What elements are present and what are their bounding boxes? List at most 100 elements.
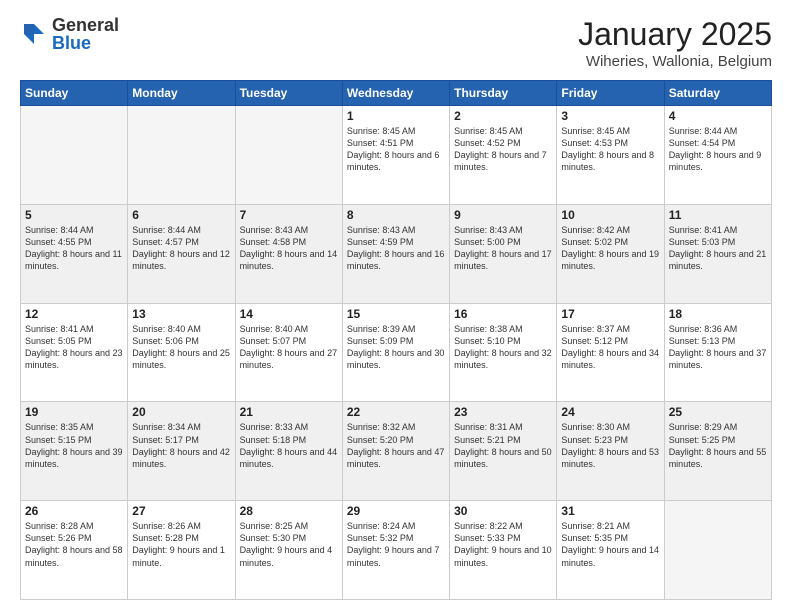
table-cell: 2Sunrise: 8:45 AM Sunset: 4:52 PM Daylig… xyxy=(450,106,557,205)
table-cell xyxy=(235,106,342,205)
col-tuesday: Tuesday xyxy=(235,81,342,106)
day-number: 30 xyxy=(454,504,552,518)
day-info: Sunrise: 8:38 AM Sunset: 5:10 PM Dayligh… xyxy=(454,323,552,372)
day-info: Sunrise: 8:21 AM Sunset: 5:35 PM Dayligh… xyxy=(561,520,659,569)
table-cell: 6 Sunrise: 8:44 AM Sunset: 4:57 PM Daylig… xyxy=(128,204,235,303)
day-number: 1 xyxy=(347,109,445,123)
day-info: Sunrise: 8:44 AM Sunset: 4:57 PM Dayligh… xyxy=(132,224,230,273)
day-number: 27 xyxy=(132,504,230,518)
logo-general: General xyxy=(52,16,119,34)
day-number: 19 xyxy=(25,405,123,419)
table-cell: 10 Sunrise: 8:42 AM Sunset: 5:02 PM Dayli… xyxy=(557,204,664,303)
table-cell: 30 Sunrise: 8:22 AM Sunset: 5:33 PM Dayli… xyxy=(450,501,557,600)
col-monday: Monday xyxy=(128,81,235,106)
calendar-week-row: 12Sunrise: 8:41 AM Sunset: 5:05 PM Dayli… xyxy=(21,303,772,402)
table-cell: 16 Sunrise: 8:38 AM Sunset: 5:10 PM Dayli… xyxy=(450,303,557,402)
day-number: 22 xyxy=(347,405,445,419)
table-cell: 20 Sunrise: 8:34 AM Sunset: 5:17 PM Dayli… xyxy=(128,402,235,501)
day-info: Sunrise: 8:31 AM Sunset: 5:21 PM Dayligh… xyxy=(454,421,552,470)
day-number: 16 xyxy=(454,307,552,321)
day-info: Sunrise: 8:34 AM Sunset: 5:17 PM Dayligh… xyxy=(132,421,230,470)
table-cell: 15Sunrise: 8:39 AM Sunset: 5:09 PM Dayli… xyxy=(342,303,449,402)
col-wednesday: Wednesday xyxy=(342,81,449,106)
page-subtitle: Wiheries, Wallonia, Belgium xyxy=(578,53,772,70)
day-number: 20 xyxy=(132,405,230,419)
calendar: Sunday Monday Tuesday Wednesday Thursday… xyxy=(20,80,772,600)
header: General Blue January 2025 Wiheries, Wall… xyxy=(20,16,772,70)
table-cell: 7 Sunrise: 8:43 AM Sunset: 4:58 PM Daylig… xyxy=(235,204,342,303)
day-number: 15 xyxy=(347,307,445,321)
day-number: 18 xyxy=(669,307,767,321)
calendar-week-row: 26Sunrise: 8:28 AM Sunset: 5:26 PM Dayli… xyxy=(21,501,772,600)
day-number: 3 xyxy=(561,109,659,123)
day-number: 17 xyxy=(561,307,659,321)
day-info: Sunrise: 8:37 AM Sunset: 5:12 PM Dayligh… xyxy=(561,323,659,372)
col-sunday: Sunday xyxy=(21,81,128,106)
day-number: 13 xyxy=(132,307,230,321)
day-info: Sunrise: 8:41 AM Sunset: 5:03 PM Dayligh… xyxy=(669,224,767,273)
day-number: 12 xyxy=(25,307,123,321)
day-number: 7 xyxy=(240,208,338,222)
day-number: 6 xyxy=(132,208,230,222)
col-saturday: Saturday xyxy=(664,81,771,106)
table-cell: 23 Sunrise: 8:31 AM Sunset: 5:21 PM Dayli… xyxy=(450,402,557,501)
day-info: Sunrise: 8:40 AM Sunset: 5:07 PM Dayligh… xyxy=(240,323,338,372)
day-info: Sunrise: 8:22 AM Sunset: 5:33 PM Dayligh… xyxy=(454,520,552,569)
logo-blue: Blue xyxy=(52,34,119,52)
table-cell: 8Sunrise: 8:43 AM Sunset: 4:59 PM Daylig… xyxy=(342,204,449,303)
table-cell xyxy=(21,106,128,205)
table-cell xyxy=(128,106,235,205)
day-number: 10 xyxy=(561,208,659,222)
logo: General Blue xyxy=(20,16,119,52)
table-cell: 11 Sunrise: 8:41 AM Sunset: 5:03 PM Dayli… xyxy=(664,204,771,303)
logo-icon xyxy=(20,20,48,48)
day-info: Sunrise: 8:36 AM Sunset: 5:13 PM Dayligh… xyxy=(669,323,767,372)
day-info: Sunrise: 8:25 AM Sunset: 5:30 PM Dayligh… xyxy=(240,520,338,569)
table-cell: 9 Sunrise: 8:43 AM Sunset: 5:00 PM Daylig… xyxy=(450,204,557,303)
day-info: Sunrise: 8:32 AM Sunset: 5:20 PM Dayligh… xyxy=(347,421,445,470)
day-number: 4 xyxy=(669,109,767,123)
day-number: 24 xyxy=(561,405,659,419)
day-info: Sunrise: 8:30 AM Sunset: 5:23 PM Dayligh… xyxy=(561,421,659,470)
day-info: Sunrise: 8:45 AM Sunset: 4:51 PM Dayligh… xyxy=(347,125,445,174)
table-cell: 4Sunrise: 8:44 AM Sunset: 4:54 PM Daylig… xyxy=(664,106,771,205)
day-info: Sunrise: 8:43 AM Sunset: 4:58 PM Dayligh… xyxy=(240,224,338,273)
table-cell: 19Sunrise: 8:35 AM Sunset: 5:15 PM Dayli… xyxy=(21,402,128,501)
table-cell: 24 Sunrise: 8:30 AM Sunset: 5:23 PM Dayli… xyxy=(557,402,664,501)
day-info: Sunrise: 8:33 AM Sunset: 5:18 PM Dayligh… xyxy=(240,421,338,470)
table-cell: 12Sunrise: 8:41 AM Sunset: 5:05 PM Dayli… xyxy=(21,303,128,402)
title-block: January 2025 Wiheries, Wallonia, Belgium xyxy=(578,16,772,70)
day-info: Sunrise: 8:43 AM Sunset: 5:00 PM Dayligh… xyxy=(454,224,552,273)
day-info: Sunrise: 8:45 AM Sunset: 4:53 PM Dayligh… xyxy=(561,125,659,174)
table-cell: 27 Sunrise: 8:26 AM Sunset: 5:28 PM Dayli… xyxy=(128,501,235,600)
table-cell: 13Sunrise: 8:40 AM Sunset: 5:06 PM Dayli… xyxy=(128,303,235,402)
table-cell: 29Sunrise: 8:24 AM Sunset: 5:32 PM Dayli… xyxy=(342,501,449,600)
table-cell xyxy=(664,501,771,600)
day-info: Sunrise: 8:26 AM Sunset: 5:28 PM Dayligh… xyxy=(132,520,230,569)
day-number: 21 xyxy=(240,405,338,419)
table-cell: 18 Sunrise: 8:36 AM Sunset: 5:13 PM Dayli… xyxy=(664,303,771,402)
page-title: January 2025 xyxy=(578,16,772,53)
day-info: Sunrise: 8:43 AM Sunset: 4:59 PM Dayligh… xyxy=(347,224,445,273)
table-cell: 26Sunrise: 8:28 AM Sunset: 5:26 PM Dayli… xyxy=(21,501,128,600)
table-cell: 17 Sunrise: 8:37 AM Sunset: 5:12 PM Dayli… xyxy=(557,303,664,402)
day-info: Sunrise: 8:42 AM Sunset: 5:02 PM Dayligh… xyxy=(561,224,659,273)
table-cell: 22 Sunrise: 8:32 AM Sunset: 5:20 PM Dayli… xyxy=(342,402,449,501)
day-number: 31 xyxy=(561,504,659,518)
table-cell: 14 Sunrise: 8:40 AM Sunset: 5:07 PM Dayli… xyxy=(235,303,342,402)
col-friday: Friday xyxy=(557,81,664,106)
calendar-header-row: Sunday Monday Tuesday Wednesday Thursday… xyxy=(21,81,772,106)
day-number: 11 xyxy=(669,208,767,222)
day-number: 9 xyxy=(454,208,552,222)
day-number: 26 xyxy=(25,504,123,518)
table-cell: 28 Sunrise: 8:25 AM Sunset: 5:30 PM Dayli… xyxy=(235,501,342,600)
day-number: 14 xyxy=(240,307,338,321)
col-thursday: Thursday xyxy=(450,81,557,106)
day-number: 23 xyxy=(454,405,552,419)
logo-text: General Blue xyxy=(52,16,119,52)
day-info: Sunrise: 8:45 AM Sunset: 4:52 PM Dayligh… xyxy=(454,125,552,174)
day-number: 28 xyxy=(240,504,338,518)
table-cell: 1 Sunrise: 8:45 AM Sunset: 4:51 PM Daylig… xyxy=(342,106,449,205)
day-info: Sunrise: 8:44 AM Sunset: 4:55 PM Dayligh… xyxy=(25,224,123,273)
calendar-week-row: 5Sunrise: 8:44 AM Sunset: 4:55 PM Daylig… xyxy=(21,204,772,303)
